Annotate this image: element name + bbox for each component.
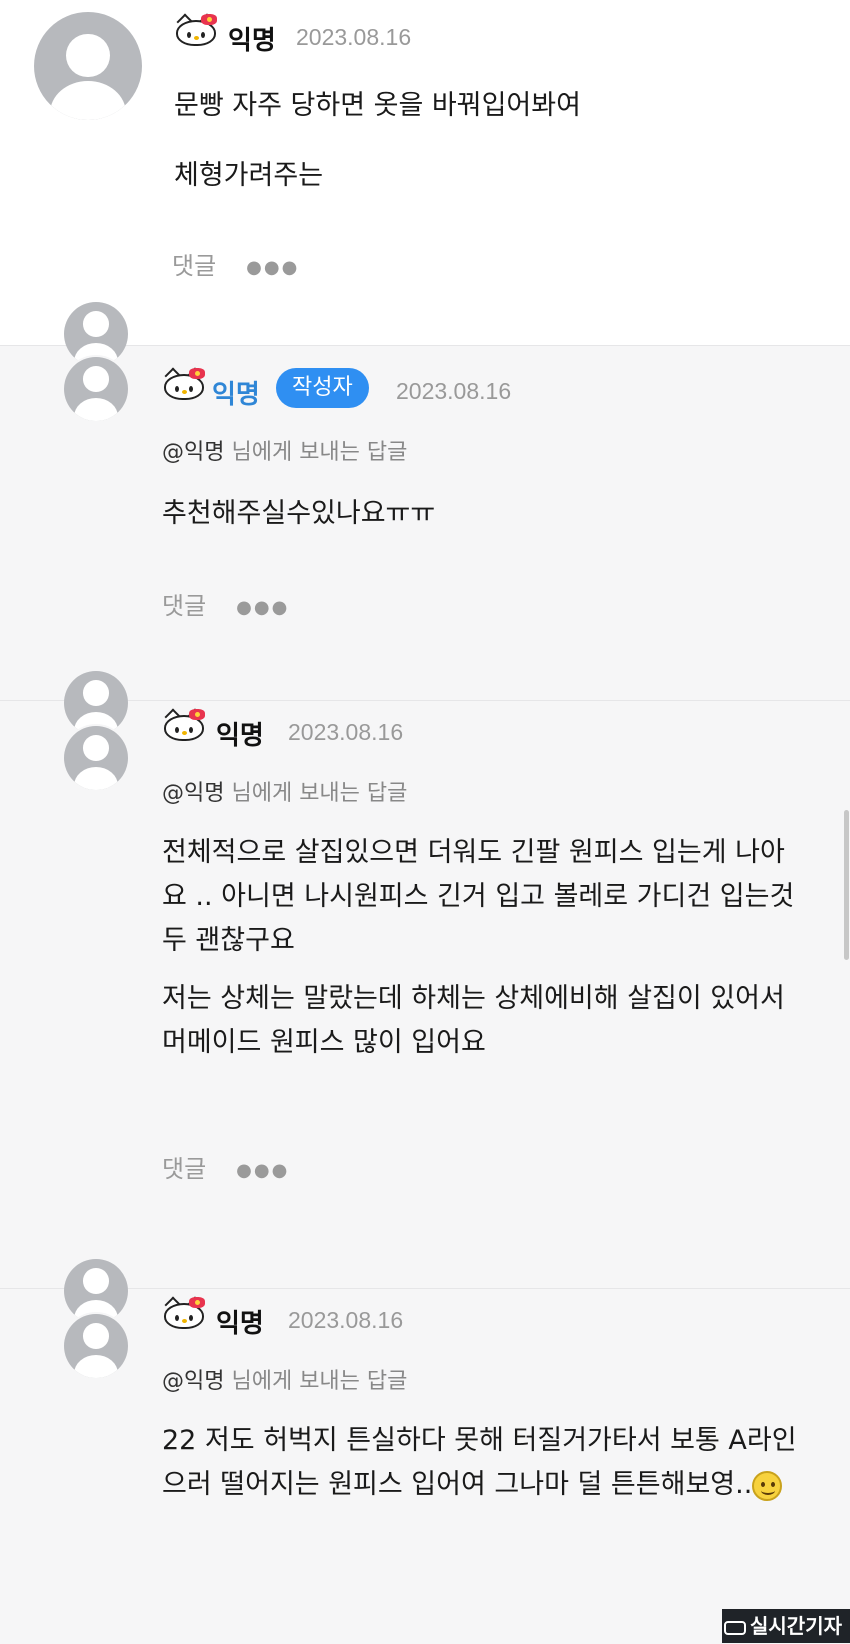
user-avatar-icon[interactable]: [64, 1314, 128, 1378]
reply-comment-item: 익명 작성자 2023.08.16 @익명 님에게 보내는 답글 추천해주실수있…: [0, 302, 850, 701]
comment-paragraph: 22 저도 허벅지 튼실하다 못해 터질거가타서 보통 A라인으러 떨어지는 원…: [162, 1419, 802, 1507]
comment-date: 2023.08.16: [296, 24, 412, 50]
reply-mention: @익명 님에게 보내는 답글: [162, 1363, 407, 1395]
scrollbar[interactable]: [844, 810, 849, 960]
more-dots-icon[interactable]: ●●●: [236, 597, 289, 618]
hello-kitty-icon: [162, 367, 208, 402]
mention-target[interactable]: @익명: [162, 440, 224, 465]
comment-date: 2023.08.16: [288, 719, 404, 745]
comment-paragraph: 문빵 자주 당하면 옷을 바꿔입어봐여: [174, 90, 581, 121]
hello-kitty-icon: [162, 1296, 208, 1331]
comment-actions: 댓글 ●●●: [172, 246, 299, 281]
comment-paragraph: 체형가려주는: [174, 160, 324, 191]
comment-author-name[interactable]: 익명: [216, 1303, 264, 1340]
mention-target[interactable]: @익명: [162, 1369, 224, 1394]
mention-rest: 님에게 보내는 답글: [224, 440, 408, 465]
comment-actions: 댓글 ●●●: [162, 1149, 289, 1184]
reply-avatar-stack: [64, 302, 128, 422]
comment-actions: 댓글 ●●●: [162, 586, 289, 621]
author-badge: 작성자: [276, 368, 369, 408]
comment-date: 2023.08.16: [288, 1307, 404, 1333]
watermark-logo-icon: [724, 1620, 746, 1635]
comment-date: 2023.08.16: [396, 378, 512, 404]
reply-avatar-stack: [64, 671, 128, 791]
comment-paragraph: 저는 상체는 말랐는데 하체는 상체에비해 살집이 있어서 머메이드 원피스 많…: [162, 983, 785, 1058]
mention-target[interactable]: @익명: [162, 781, 224, 806]
comment-paragraph: 추천해주실수있나요ㅠㅠ: [162, 498, 436, 529]
comment-paragraph: 전체적으로 살집있으면 더워도 긴팔 원피스 입는게 나아요 .. 아니면 나시…: [162, 837, 795, 956]
more-dots-icon[interactable]: ●●●: [236, 1160, 289, 1181]
reply-button[interactable]: 댓글: [162, 592, 206, 620]
mention-rest: 님에게 보내는 답글: [224, 1369, 408, 1394]
reply-comment-item: 익명 2023.08.16 @익명 님에게 보내는 답글 22 저도 허벅지 튼…: [0, 1259, 850, 1644]
reply-mention: @익명 님에게 보내는 답글: [162, 775, 407, 807]
more-dots-icon[interactable]: ●●●: [246, 257, 299, 278]
comment-author-name[interactable]: 익명: [216, 715, 264, 752]
watermark: 실시간기자: [722, 1609, 850, 1643]
reply-button[interactable]: 댓글: [162, 1155, 206, 1183]
comment-body: 22 저도 허벅지 튼실하다 못해 터질거가타서 보통 A라인으러 떨어지는 원…: [162, 1419, 802, 1507]
hello-kitty-icon: [174, 13, 220, 48]
watermark-text: 실시간기자: [750, 1614, 842, 1638]
user-avatar-icon[interactable]: [64, 357, 128, 421]
hello-kitty-icon: [162, 708, 208, 743]
comment-author-name[interactable]: 익명: [228, 20, 276, 57]
comment-item: 익명 2023.08.16 문빵 자주 당하면 옷을 바꿔입어봐여 체형가려주는…: [0, 0, 850, 345]
comment-paragraph-text: 22 저도 허벅지 튼실하다 못해 터질거가타서 보통 A라인으러 떨어지는 원…: [162, 1425, 797, 1500]
smiley-face-icon: [752, 1470, 783, 1501]
comment-body: 추천해주실수있나요ㅠㅠ: [162, 492, 802, 536]
comment-author-name[interactable]: 익명: [212, 374, 260, 411]
reply-comment-item: 익명 2023.08.16 @익명 님에게 보내는 답글 전체적으로 살집있으면…: [0, 671, 850, 1289]
comment-body: 전체적으로 살집있으면 더워도 긴팔 원피스 입는게 나아요 .. 아니면 나시…: [162, 831, 802, 1065]
reply-avatar-stack: [64, 1259, 128, 1379]
reply-button[interactable]: 댓글: [172, 252, 216, 280]
mention-rest: 님에게 보내는 답글: [224, 781, 408, 806]
user-avatar-icon[interactable]: [34, 12, 142, 120]
comment-body: 문빵 자주 당하면 옷을 바꿔입어봐여 체형가려주는: [174, 84, 814, 198]
user-avatar-icon[interactable]: [64, 726, 128, 790]
reply-mention: @익명 님에게 보내는 답글: [162, 434, 407, 466]
